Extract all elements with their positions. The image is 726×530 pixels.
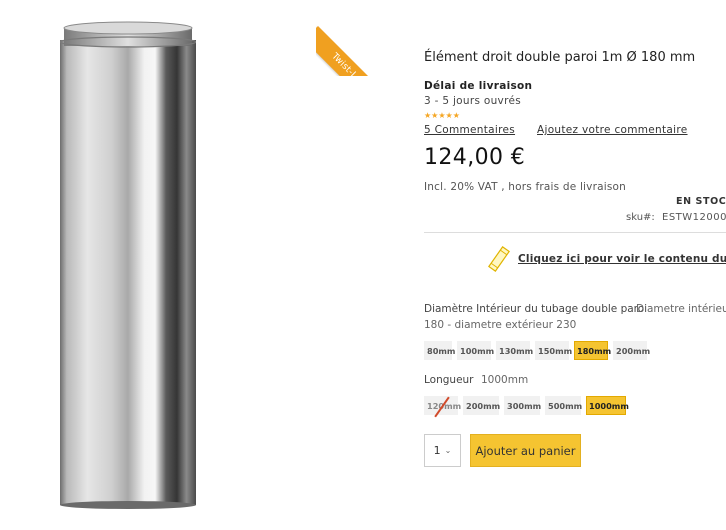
length-option[interactable]: 200mm bbox=[463, 396, 500, 415]
add-to-cart-button[interactable]: Ajouter au panier bbox=[470, 434, 581, 467]
quantity-value: 1 bbox=[433, 444, 441, 457]
product-title: Élément droit double paroi 1m Ø 180 mm bbox=[424, 50, 696, 65]
length-selected-text: 1000mm bbox=[481, 374, 529, 386]
length-option-selected[interactable]: 1000mm bbox=[586, 396, 629, 415]
length-option[interactable]: 300mm bbox=[504, 396, 541, 415]
product-price: 124,00 € bbox=[424, 145, 526, 170]
stock-status: EN STOCK bbox=[676, 196, 726, 207]
delivery-label: Délai de livraison bbox=[424, 80, 533, 92]
delivery-value: 3 - 5 jours ouvrés bbox=[424, 95, 521, 107]
add-review-link[interactable]: Ajoutez votre commentaire bbox=[537, 124, 688, 136]
diameter-selected-text-line2: 180 - diametre extérieur 230 bbox=[424, 319, 577, 331]
diameter-option[interactable]: 100mm bbox=[457, 341, 494, 360]
badge-text: Twist-Lock bbox=[316, 26, 386, 76]
length-label: Longueur bbox=[424, 374, 474, 386]
length-swatches: 120mm 200mm 300mm 500mm 1000mm bbox=[424, 396, 629, 415]
diameter-option[interactable]: 200mm bbox=[613, 341, 650, 360]
kit-contents-link[interactable]: Cliquez ici pour voir le contenu du kit bbox=[486, 246, 726, 272]
sku-label: sku#: bbox=[626, 212, 655, 223]
product-info: Élément droit double paroi 1m Ø 180 mm D… bbox=[424, 0, 726, 530]
diameter-selected-text: Diametre intérieur bbox=[636, 303, 726, 315]
chevron-down-icon: ⌄ bbox=[444, 446, 452, 455]
tax-note: Incl. 20% VAT , hors frais de livraison bbox=[424, 181, 627, 193]
diameter-option-selected[interactable]: 180mm bbox=[574, 341, 611, 360]
product-gallery: Twist-Lock bbox=[0, 0, 400, 530]
length-option-unavailable[interactable]: 120mm bbox=[424, 396, 461, 415]
twist-lock-badge: Twist-Lock bbox=[316, 6, 386, 76]
diameter-option[interactable]: 150mm bbox=[535, 341, 572, 360]
divider bbox=[424, 232, 726, 233]
diameter-swatches: 80mm 100mm 130mm 150mm 180mm 200mm bbox=[424, 341, 650, 360]
length-option[interactable]: 500mm bbox=[545, 396, 582, 415]
quantity-select[interactable]: 1 ⌄ bbox=[424, 434, 461, 467]
diameter-option[interactable]: 130mm bbox=[496, 341, 533, 360]
reviews-link[interactable]: 5 Commentaires bbox=[424, 124, 515, 136]
sku-value: ESTW120003 bbox=[662, 212, 726, 223]
diameter-option[interactable]: 80mm bbox=[424, 341, 455, 360]
kit-link-text: Cliquez ici pour voir le contenu du kit bbox=[518, 253, 726, 265]
product-image[interactable] bbox=[60, 20, 196, 510]
diameter-label: Diamètre Intérieur du tubage double paro… bbox=[424, 303, 648, 315]
rating-stars: ★★★★★ bbox=[424, 111, 460, 120]
tilted-pipe-icon bbox=[488, 246, 510, 272]
